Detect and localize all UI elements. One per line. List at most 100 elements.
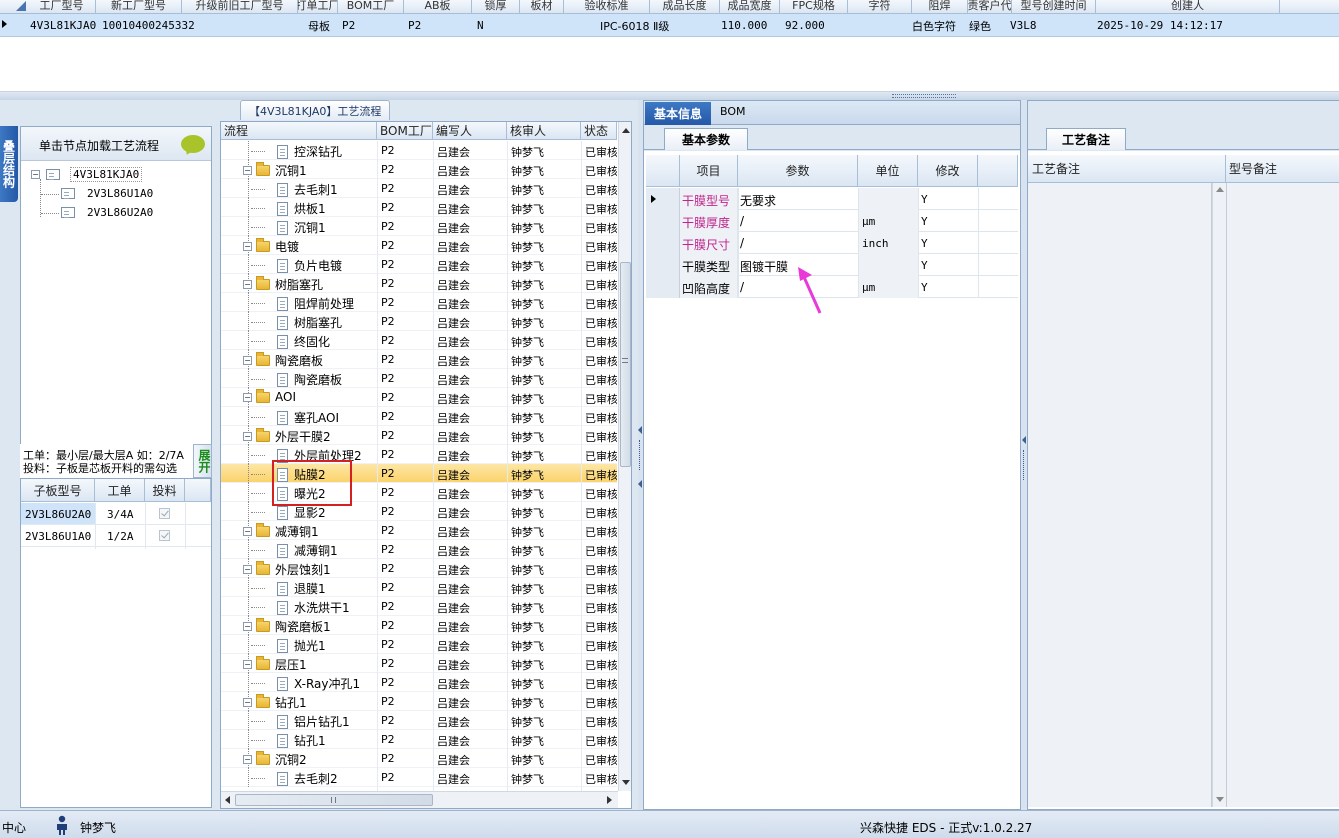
- flow-header-cell[interactable]: 编写人: [433, 122, 507, 140]
- flow-row[interactable]: − 外层蚀刻1 P2 吕建会 钟梦飞 已审核: [221, 559, 617, 578]
- flow-row[interactable]: 去毛刺1 P2 吕建会 钟梦飞 已审核: [221, 179, 617, 198]
- flow-row[interactable]: 控深钻孔 P2 吕建会 钟梦飞 已审核: [221, 141, 617, 160]
- flow-hscrollbar[interactable]: [221, 791, 618, 808]
- scroll-up-icon[interactable]: [1216, 187, 1224, 192]
- flow-row[interactable]: − 电镀 P2 吕建会 钟梦飞 已审核: [221, 236, 617, 255]
- flow-row[interactable]: − 陶瓷磨板 P2 吕建会 钟梦飞 已审核: [221, 350, 617, 369]
- remark-process-box[interactable]: [1028, 183, 1212, 807]
- flow-row[interactable]: X-Ray冲孔1 P2 吕建会 钟梦飞 已审核: [221, 673, 617, 692]
- tree-child-node[interactable]: 2V3L86U1A0: [41, 187, 153, 200]
- top-header-cell[interactable]: 打单工厂: [298, 0, 338, 13]
- top-header-cell[interactable]: 工厂型号: [28, 0, 96, 13]
- top-header-cell[interactable]: 阻焊: [912, 0, 968, 13]
- splitter-arrow-icon[interactable]: [638, 426, 642, 434]
- scroll-up-icon[interactable]: [622, 128, 630, 133]
- load-hint-bar[interactable]: 单击节点加载工艺流程: [21, 127, 211, 161]
- scroll-down-icon[interactable]: [622, 780, 630, 785]
- top-header-cell[interactable]: BOM工厂: [338, 0, 404, 13]
- collapse-icon[interactable]: −: [243, 565, 252, 574]
- flow-row[interactable]: 去毛刺2 P2 吕建会 钟梦飞 已审核: [221, 768, 617, 787]
- flow-row[interactable]: − 树脂塞孔 P2 吕建会 钟梦飞 已审核: [221, 274, 617, 293]
- tab-process-remark[interactable]: 工艺备注: [1046, 128, 1126, 150]
- flow-row[interactable]: 铝片钻孔1 P2 吕建会 钟梦飞 已审核: [221, 711, 617, 730]
- sub-header-feed[interactable]: 投料: [145, 479, 185, 502]
- collapse-icon[interactable]: −: [243, 527, 252, 536]
- top-header-cell[interactable]: 负责客户代码: [968, 0, 1012, 13]
- top-header-cell[interactable]: FPC规格: [780, 0, 848, 13]
- flow-vscrollbar[interactable]: [618, 122, 631, 791]
- top-header-cell[interactable]: 型号创建时间: [1012, 0, 1096, 13]
- collapse-icon[interactable]: −: [243, 242, 252, 251]
- horizontal-splitter[interactable]: [0, 92, 1339, 100]
- param-row[interactable]: 干膜型号 无要求 Y: [646, 188, 1018, 210]
- flow-row[interactable]: 负片电镀 P2 吕建会 钟梦飞 已审核: [221, 255, 617, 274]
- sub-header-order[interactable]: 工单: [95, 479, 145, 502]
- splitter-arrow-icon[interactable]: [1022, 436, 1026, 444]
- top-header-cell[interactable]: 创建人: [1096, 0, 1280, 13]
- collapse-icon[interactable]: −: [243, 698, 252, 707]
- param-value[interactable]: /: [740, 214, 744, 228]
- flow-header-cell[interactable]: 核审人: [507, 122, 581, 140]
- collapse-icon[interactable]: −: [243, 356, 252, 365]
- flow-row[interactable]: 钻孔1 P2 吕建会 钟梦飞 已审核: [221, 730, 617, 749]
- param-value[interactable]: /: [740, 236, 744, 250]
- flow-row[interactable]: − AOI P2 吕建会 钟梦飞 已审核: [221, 388, 617, 407]
- flow-row[interactable]: 塞孔AOI P2 吕建会 钟梦飞 已审核: [221, 407, 617, 426]
- collapse-icon[interactable]: −: [243, 660, 252, 669]
- sub-row[interactable]: 2V3L86U2A0 3/4A: [21, 503, 211, 525]
- top-header-cell[interactable]: 成品宽度: [720, 0, 780, 13]
- top-header-cell[interactable]: 锁厚: [472, 0, 520, 13]
- collapse-icon[interactable]: −: [243, 280, 252, 289]
- param-row[interactable]: 干膜厚度 / μm Y: [646, 210, 1018, 232]
- flow-row[interactable]: 退膜1 P2 吕建会 钟梦飞 已审核: [221, 578, 617, 597]
- sub-row[interactable]: 2V3L86U1A0 1/2A: [21, 525, 211, 547]
- remark-col-model[interactable]: 型号备注: [1226, 155, 1339, 183]
- top-header-cell[interactable]: AB板: [404, 0, 472, 13]
- tree-child-node[interactable]: 2V3L86U2A0: [41, 206, 153, 219]
- side-tab-stack[interactable]: 叠层结构: [0, 126, 18, 202]
- flow-row[interactable]: − 陶瓷磨板1 P2 吕建会 钟梦飞 已审核: [221, 616, 617, 635]
- flow-row[interactable]: 沉铜1 P2 吕建会 钟梦飞 已审核: [221, 217, 617, 236]
- flow-row[interactable]: − 沉铜1 P2 吕建会 钟梦飞 已审核: [221, 160, 617, 179]
- remark-col-process[interactable]: 工艺备注: [1028, 155, 1226, 183]
- flow-row[interactable]: − 层压1 P2 吕建会 钟梦飞 已审核: [221, 654, 617, 673]
- flow-header-cell[interactable]: 状态: [581, 122, 617, 140]
- flow-row[interactable]: 阻焊前处理 P2 吕建会 钟梦飞 已审核: [221, 293, 617, 312]
- flow-row[interactable]: 减薄铜1 P2 吕建会 钟梦飞 已审核: [221, 540, 617, 559]
- feed-checkbox[interactable]: [159, 508, 170, 519]
- collapse-icon[interactable]: −: [243, 432, 252, 441]
- param-row[interactable]: 干膜尺寸 / inch Y: [646, 232, 1018, 254]
- top-header-cell[interactable]: 升级前旧工厂型号: [182, 0, 298, 13]
- remark-model-box[interactable]: [1226, 183, 1339, 807]
- flow-row[interactable]: 水洗烘干1 P2 吕建会 钟梦飞 已审核: [221, 597, 617, 616]
- flow-header-cell[interactable]: 流程: [221, 122, 377, 140]
- flow-row[interactable]: 树脂塞孔 P2 吕建会 钟梦飞 已审核: [221, 312, 617, 331]
- param-value[interactable]: 图镀干膜: [740, 258, 788, 275]
- flow-row[interactable]: − 外层干膜2 P2 吕建会 钟梦飞 已审核: [221, 426, 617, 445]
- scroll-left-icon[interactable]: [225, 796, 230, 804]
- collapse-icon[interactable]: −: [243, 392, 252, 402]
- flow-row[interactable]: 烘板1 P2 吕建会 钟梦飞 已审核: [221, 198, 617, 217]
- params-header-item[interactable]: 项目: [680, 155, 738, 187]
- tab-bom[interactable]: BOM: [720, 105, 746, 118]
- params-header-param[interactable]: 参数: [738, 155, 858, 187]
- flow-row[interactable]: 陶瓷磨板 P2 吕建会 钟梦飞 已审核: [221, 369, 617, 388]
- param-value[interactable]: /: [740, 280, 744, 294]
- flow-header-cell[interactable]: BOM工厂: [377, 122, 433, 140]
- top-grid-row[interactable]: 4V3L81KJA0 10010400245332 母板 P2 P2 N IPC…: [0, 14, 1339, 37]
- top-header-cell[interactable]: 新工厂型号: [96, 0, 182, 13]
- collapse-icon[interactable]: −: [243, 755, 252, 764]
- remark-vscrollbar[interactable]: [1212, 183, 1226, 807]
- scroll-right-icon[interactable]: [607, 796, 612, 804]
- flow-row[interactable]: − 钻孔1 P2 吕建会 钟梦飞 已审核: [221, 692, 617, 711]
- sub-header-model[interactable]: 子板型号: [21, 479, 95, 502]
- feed-checkbox[interactable]: [159, 530, 170, 541]
- flow-row[interactable]: 终固化 P2 吕建会 钟梦飞 已审核: [221, 331, 617, 350]
- param-value[interactable]: 无要求: [740, 192, 776, 209]
- params-header-modify[interactable]: 修改: [918, 155, 978, 187]
- collapse-icon[interactable]: −: [243, 622, 252, 631]
- collapse-icon[interactable]: −: [243, 166, 252, 175]
- flow-vscroll-thumb[interactable]: [620, 262, 631, 467]
- tree-root-node[interactable]: − 4V3L81KJA0: [31, 167, 143, 217]
- top-header-cell[interactable]: 成品长度: [650, 0, 720, 13]
